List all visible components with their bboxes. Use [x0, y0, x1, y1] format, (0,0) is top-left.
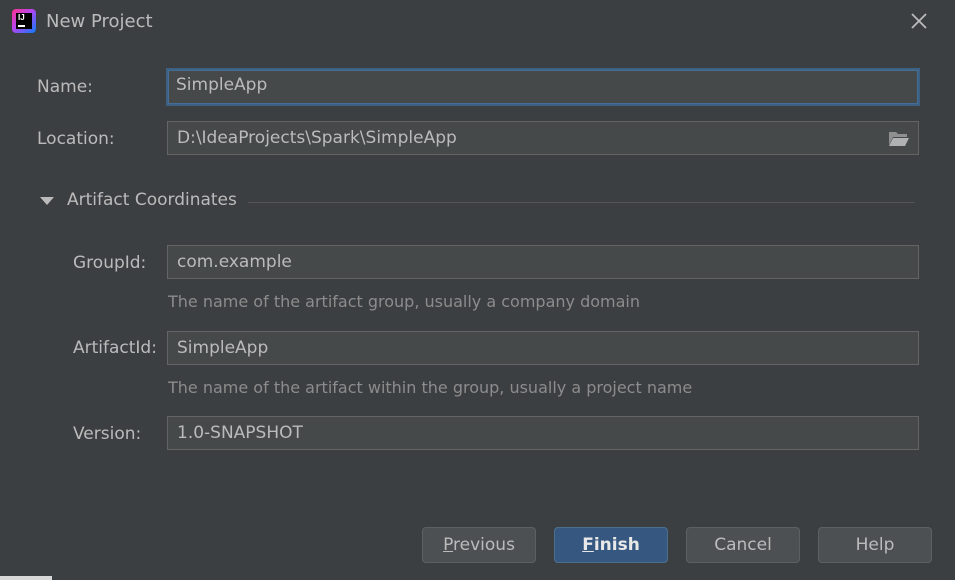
location-input[interactable]: D:\IdeaProjects\Spark\SimpleApp [167, 121, 919, 155]
artifact-coordinates-title: Artifact Coordinates [67, 190, 237, 210]
location-label: Location: [37, 129, 115, 149]
finish-button[interactable]: Finish [554, 527, 668, 563]
app-icon-text: IJ [18, 13, 25, 22]
name-input[interactable]: SimpleApp [166, 68, 920, 106]
groupid-hint: The name of the artifact group, usually … [168, 292, 640, 311]
taskbar-edge [0, 576, 52, 580]
artifactid-input[interactable]: SimpleApp [167, 331, 919, 365]
artifact-coordinates-header[interactable]: Artifact Coordinates [40, 189, 915, 215]
help-button[interactable]: Help [818, 527, 932, 563]
window-title: New Project [46, 11, 153, 32]
finish-label-rest: inish [593, 535, 640, 555]
artifactid-label: ArtifactId: [73, 338, 157, 358]
version-input-value: 1.0-SNAPSHOT [177, 423, 303, 443]
section-divider [248, 202, 915, 203]
finish-mnemonic: F [582, 535, 594, 555]
previous-label-rest: revious [453, 535, 515, 555]
intellij-idea-icon: IJ [12, 9, 36, 33]
triangle-down-icon[interactable] [40, 197, 54, 205]
artifactid-input-value: SimpleApp [177, 338, 269, 358]
groupid-input-value: com.example [177, 252, 292, 272]
artifactid-hint: The name of the artifact within the grou… [168, 378, 693, 397]
groupid-label: GroupId: [73, 253, 147, 273]
previous-mnemonic: P [443, 535, 454, 555]
version-input[interactable]: 1.0-SNAPSHOT [167, 416, 919, 450]
name-input-value: SimpleApp [176, 75, 268, 95]
version-label: Version: [73, 424, 142, 444]
location-input-value: D:\IdeaProjects\Spark\SimpleApp [177, 128, 457, 148]
title-bar: IJ New Project [0, 0, 955, 44]
cancel-button[interactable]: Cancel [686, 527, 800, 563]
close-icon[interactable] [906, 8, 932, 34]
folder-open-icon[interactable] [888, 129, 910, 147]
name-label: Name: [37, 77, 93, 97]
groupid-input[interactable]: com.example [167, 245, 919, 279]
previous-button[interactable]: Previous [422, 527, 536, 563]
